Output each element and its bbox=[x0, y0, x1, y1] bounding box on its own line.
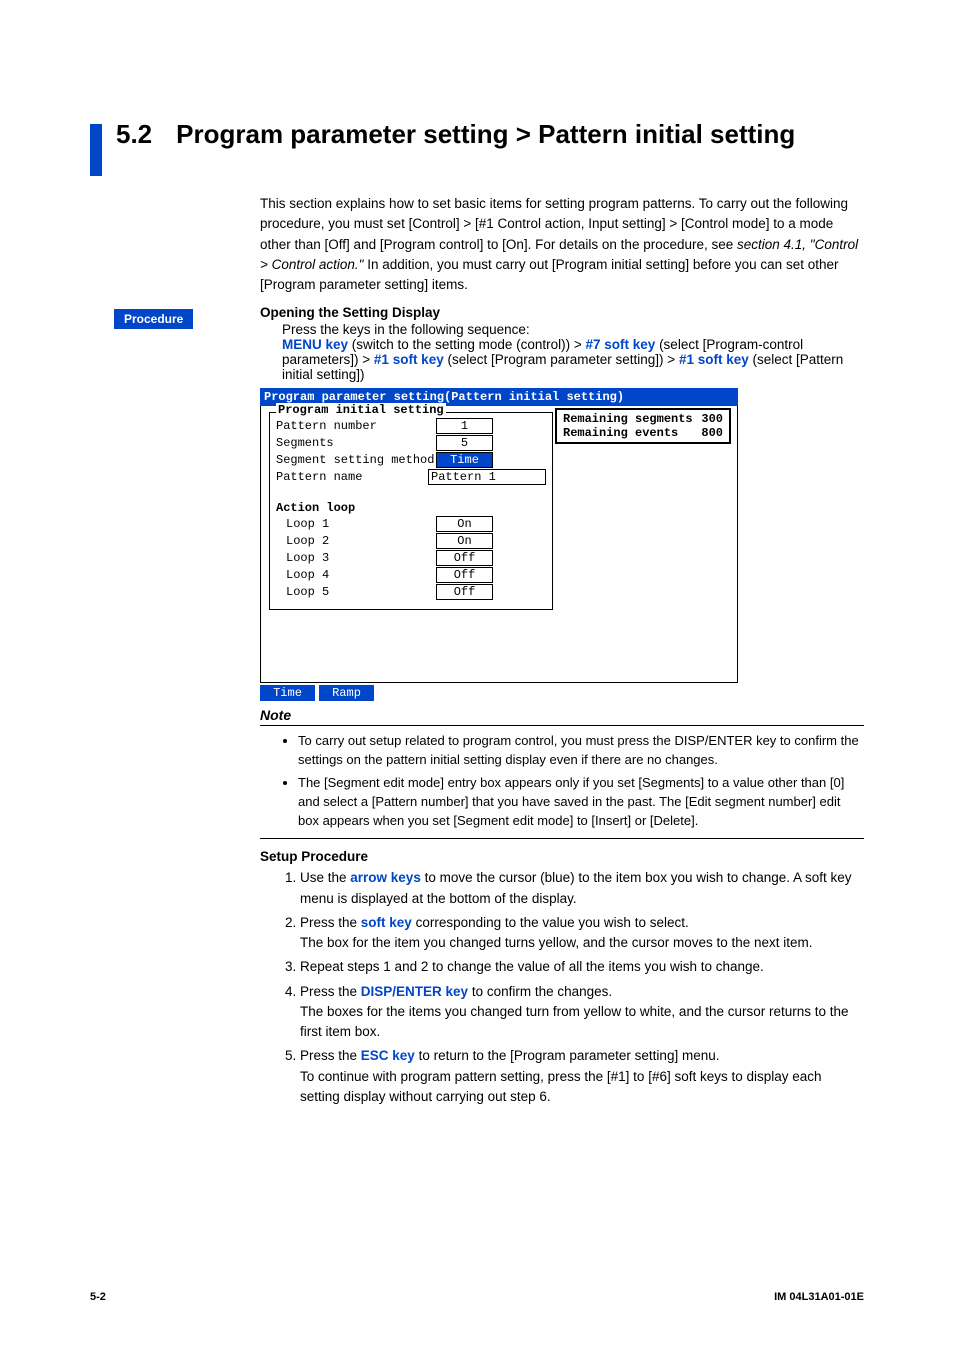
remaining-segments-value: 300 bbox=[693, 412, 723, 426]
loop2-value[interactable]: On bbox=[436, 533, 493, 549]
note-item-1: To carry out setup related to program co… bbox=[298, 732, 864, 770]
key-sequence: MENU key (switch to the setting mode (co… bbox=[282, 337, 864, 382]
remaining-events-value: 800 bbox=[693, 426, 723, 440]
note-list: To carry out setup related to program co… bbox=[260, 732, 864, 830]
step-1: Use the arrow keys to move the cursor (b… bbox=[300, 868, 864, 909]
setting-screen: Program parameter setting(Pattern initia… bbox=[260, 388, 738, 701]
softkey-7: #7 soft key bbox=[586, 337, 656, 352]
step-2: Press the soft key corresponding to the … bbox=[300, 913, 864, 954]
loop4-label: Loop 4 bbox=[276, 568, 436, 582]
step-4: Press the DISP/ENTER key to confirm the … bbox=[300, 982, 864, 1043]
loop5-label: Loop 5 bbox=[276, 585, 436, 599]
esc-key: ESC key bbox=[361, 1048, 415, 1063]
segments-value[interactable]: 5 bbox=[436, 435, 493, 451]
remaining-events-label: Remaining events bbox=[563, 426, 693, 440]
accent-bar bbox=[90, 124, 102, 176]
softkey-1a: #1 soft key bbox=[374, 352, 444, 367]
page-footer: 5-2 IM 04L31A01-01E bbox=[90, 1291, 864, 1303]
section-number: 5.2 bbox=[116, 120, 152, 149]
loop1-value[interactable]: On bbox=[436, 516, 493, 532]
setup-heading: Setup Procedure bbox=[260, 849, 864, 864]
step-5: Press the ESC key to return to the [Prog… bbox=[300, 1046, 864, 1107]
intro-paragraph: This section explains how to set basic i… bbox=[260, 194, 864, 295]
softkey-1b: #1 soft key bbox=[679, 352, 749, 367]
softkey-time[interactable]: Time bbox=[260, 685, 315, 701]
program-initial-group: Program initial setting Pattern number 1… bbox=[269, 412, 553, 610]
group-title: Program initial setting bbox=[276, 403, 446, 417]
loop4-value[interactable]: Off bbox=[436, 567, 493, 583]
loop1-label: Loop 1 bbox=[276, 517, 436, 531]
note-rule-top bbox=[260, 725, 864, 726]
softkey-bar: Time Ramp bbox=[260, 685, 738, 701]
seg-method-value[interactable]: Time bbox=[436, 452, 493, 468]
loop3-value[interactable]: Off bbox=[436, 550, 493, 566]
section-title: Program parameter setting > Pattern init… bbox=[176, 120, 795, 150]
loop2-label: Loop 2 bbox=[276, 534, 436, 548]
arrow-keys: arrow keys bbox=[350, 870, 421, 885]
loop3-label: Loop 3 bbox=[276, 551, 436, 565]
doc-id: IM 04L31A01-01E bbox=[774, 1291, 864, 1303]
page-number: 5-2 bbox=[90, 1291, 106, 1303]
menu-key: MENU key bbox=[282, 337, 348, 352]
seg-method-label: Segment setting method bbox=[276, 453, 436, 467]
screen-body: Remaining segments 300 Remaining events … bbox=[260, 406, 738, 683]
note-item-2: The [Segment edit mode] entry box appear… bbox=[298, 774, 864, 831]
loop5-value[interactable]: Off bbox=[436, 584, 493, 600]
remaining-segments-label: Remaining segments bbox=[563, 412, 693, 426]
opening-heading: Opening the Setting Display bbox=[260, 305, 864, 320]
section-header: 5.2 Program parameter setting > Pattern … bbox=[90, 120, 864, 176]
pattern-name-label: Pattern name bbox=[276, 470, 428, 484]
step-3: Repeat steps 1 and 2 to change the value… bbox=[300, 957, 864, 977]
pattern-number-value[interactable]: 1 bbox=[436, 418, 493, 434]
procedure-tag: Procedure bbox=[114, 309, 193, 329]
soft-key: soft key bbox=[361, 915, 412, 930]
note-heading: Note bbox=[260, 707, 864, 723]
note-rule-bottom bbox=[260, 838, 864, 839]
pattern-name-value[interactable]: Pattern 1 bbox=[428, 469, 546, 485]
segments-label: Segments bbox=[276, 436, 436, 450]
disp-enter-key: DISP/ENTER key bbox=[361, 984, 468, 999]
status-box: Remaining segments 300 Remaining events … bbox=[555, 408, 731, 444]
setup-steps: Use the arrow keys to move the cursor (b… bbox=[260, 868, 864, 1107]
pattern-number-label: Pattern number bbox=[276, 419, 436, 433]
action-loop-label: Action loop bbox=[276, 501, 436, 515]
opening-line1: Press the keys in the following sequence… bbox=[282, 322, 864, 337]
softkey-ramp[interactable]: Ramp bbox=[319, 685, 374, 701]
